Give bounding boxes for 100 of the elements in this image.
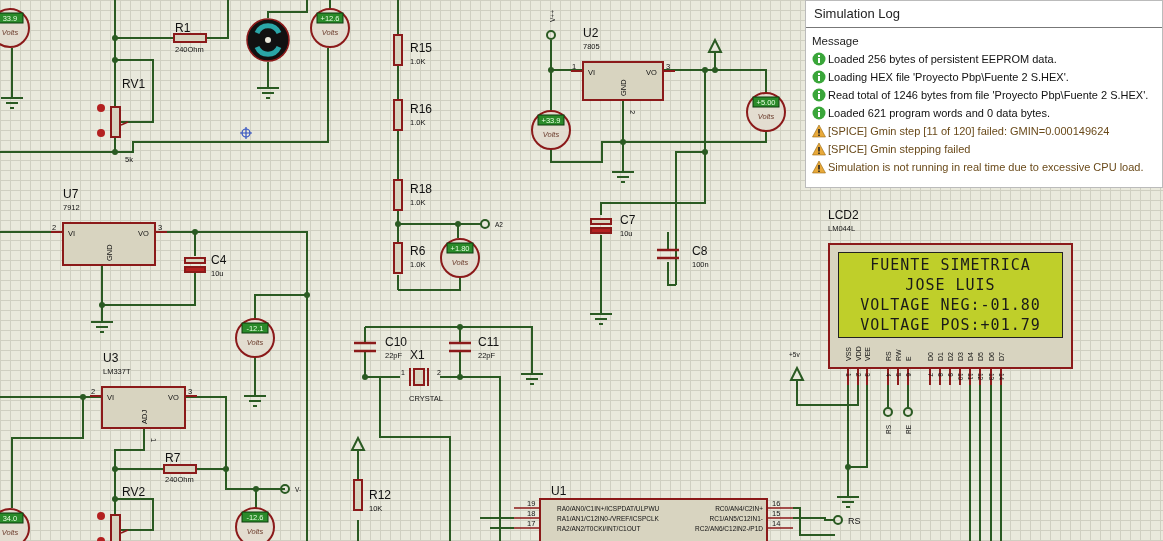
junction-dot	[112, 57, 118, 63]
wire	[397, 64, 399, 101]
junction-dot	[112, 466, 118, 472]
component-label: C4	[211, 253, 227, 267]
panel-title: Simulation Log	[814, 5, 900, 24]
junction-dot	[112, 149, 118, 155]
resistor-symbol[interactable]	[393, 34, 403, 66]
voltmeter[interactable]	[310, 8, 350, 48]
ground-symbol	[589, 313, 613, 325]
warning-icon	[812, 160, 826, 174]
info-icon	[812, 88, 826, 102]
voltmeter[interactable]	[440, 238, 480, 278]
junction-dot	[112, 35, 118, 41]
junction-dot	[845, 464, 851, 470]
junction-dot	[702, 67, 708, 73]
ground-symbol	[836, 496, 860, 508]
resistor-symbol[interactable]	[393, 242, 403, 274]
lcd-text-line: JOSE LUIS	[905, 275, 996, 295]
resistor-symbol[interactable]	[173, 33, 207, 43]
junction-dot	[362, 374, 368, 380]
log-message[interactable]: Loaded 256 bytes of persistent EEPROM data.	[828, 50, 1057, 68]
power-arrow-icon	[351, 435, 365, 453]
wire	[267, 0, 308, 19]
component-label: C10	[385, 335, 407, 349]
log-message[interactable]: [SPICE] Gmin step [11 of 120] failed: GMIN=0.000149624	[828, 122, 1110, 140]
wire	[907, 384, 909, 410]
ground-symbol	[611, 171, 635, 183]
microcontroller-ic[interactable]	[539, 498, 768, 541]
junction-dot	[223, 466, 229, 472]
junction-dot	[253, 486, 259, 492]
log-message[interactable]: Loaded 621 program words and 0 data bytes.	[828, 104, 1050, 122]
regulator-ic[interactable]	[582, 61, 664, 101]
terminal-icon	[280, 484, 290, 494]
lcd-text-line: VOLTAGE POS:+01.79	[860, 315, 1041, 335]
component-label: C8	[692, 244, 708, 258]
component-label: C11	[478, 335, 500, 349]
junction-dot	[620, 139, 626, 145]
component-label: RV2	[122, 485, 146, 499]
wire	[667, 231, 669, 251]
regulator-ic[interactable]	[101, 386, 186, 429]
terminal-icon	[480, 219, 490, 229]
junction-dot	[455, 221, 461, 227]
capacitor-symbol[interactable]	[354, 341, 376, 353]
wire	[397, 129, 399, 181]
wire	[205, 0, 229, 39]
terminal-icon	[546, 30, 556, 40]
junction-dot	[192, 229, 198, 235]
component-label: R1	[175, 21, 191, 35]
ground-symbol	[520, 373, 544, 385]
component-label: RV1	[122, 77, 146, 91]
ground-symbol	[256, 87, 280, 99]
voltmeter[interactable]	[235, 318, 275, 358]
voltmeter[interactable]	[746, 92, 786, 132]
wire	[397, 0, 399, 36]
power-arrow-icon	[790, 365, 804, 383]
voltmeter[interactable]	[0, 508, 30, 541]
voltmeter[interactable]	[0, 8, 30, 48]
component-label: U2	[583, 26, 599, 40]
regulator-ic[interactable]	[62, 222, 156, 266]
junction-dot	[712, 67, 718, 73]
component-label: X1	[410, 348, 425, 362]
column-header: Message	[812, 34, 860, 49]
lcd-text-line: FUENTE SIMETRICA	[870, 255, 1031, 275]
resistor-symbol[interactable]	[393, 179, 403, 211]
warning-icon	[812, 142, 826, 156]
resistor-symbol[interactable]	[353, 479, 363, 511]
junction-dot	[304, 292, 310, 298]
electrolytic-capacitor-symbol[interactable]	[590, 218, 612, 234]
junction-dot	[457, 374, 463, 380]
component-label: R16	[410, 102, 432, 116]
log-message[interactable]: [SPICE] Gmin stepping failed	[828, 140, 971, 158]
voltmeter[interactable]	[531, 110, 571, 150]
wire	[887, 384, 889, 410]
junction-dot	[80, 394, 86, 400]
potentiometer-symbol[interactable]	[97, 104, 129, 138]
log-message[interactable]: Read total of 1246 bytes from file 'Proyecto Pbp\Fuente 2 S.HEX'.	[828, 86, 1149, 104]
motor-icon[interactable]	[246, 18, 290, 62]
ground-symbol	[90, 321, 114, 333]
ground-symbol	[243, 395, 267, 407]
resistor-symbol[interactable]	[393, 99, 403, 131]
component-label: R6	[410, 244, 426, 258]
log-message[interactable]: Simulation is not running in real time due to excessive CPU load.	[828, 158, 1144, 176]
terminal-icon	[833, 515, 843, 525]
crosshair-icon	[239, 126, 253, 140]
warning-icon	[812, 124, 826, 138]
component-label: C7	[620, 213, 636, 227]
capacitor-symbol[interactable]	[449, 341, 471, 353]
resistor-symbol[interactable]	[163, 464, 197, 474]
crystal-symbol[interactable]	[409, 367, 429, 387]
component-label: R7	[165, 451, 181, 465]
terminal-label: RS	[848, 516, 861, 526]
component-label: R15	[410, 41, 432, 55]
component-label: R18	[410, 182, 432, 196]
voltmeter[interactable]	[235, 507, 275, 541]
log-message[interactable]: Loading HEX file 'Proyecto Pbp\Fuente 2 S.HEX'.	[828, 68, 1069, 86]
potentiometer-symbol[interactable]	[97, 512, 129, 541]
info-icon	[812, 106, 826, 120]
electrolytic-capacitor-symbol[interactable]	[184, 257, 206, 273]
component-label: U3	[103, 351, 119, 365]
capacitor-symbol[interactable]	[657, 248, 679, 260]
